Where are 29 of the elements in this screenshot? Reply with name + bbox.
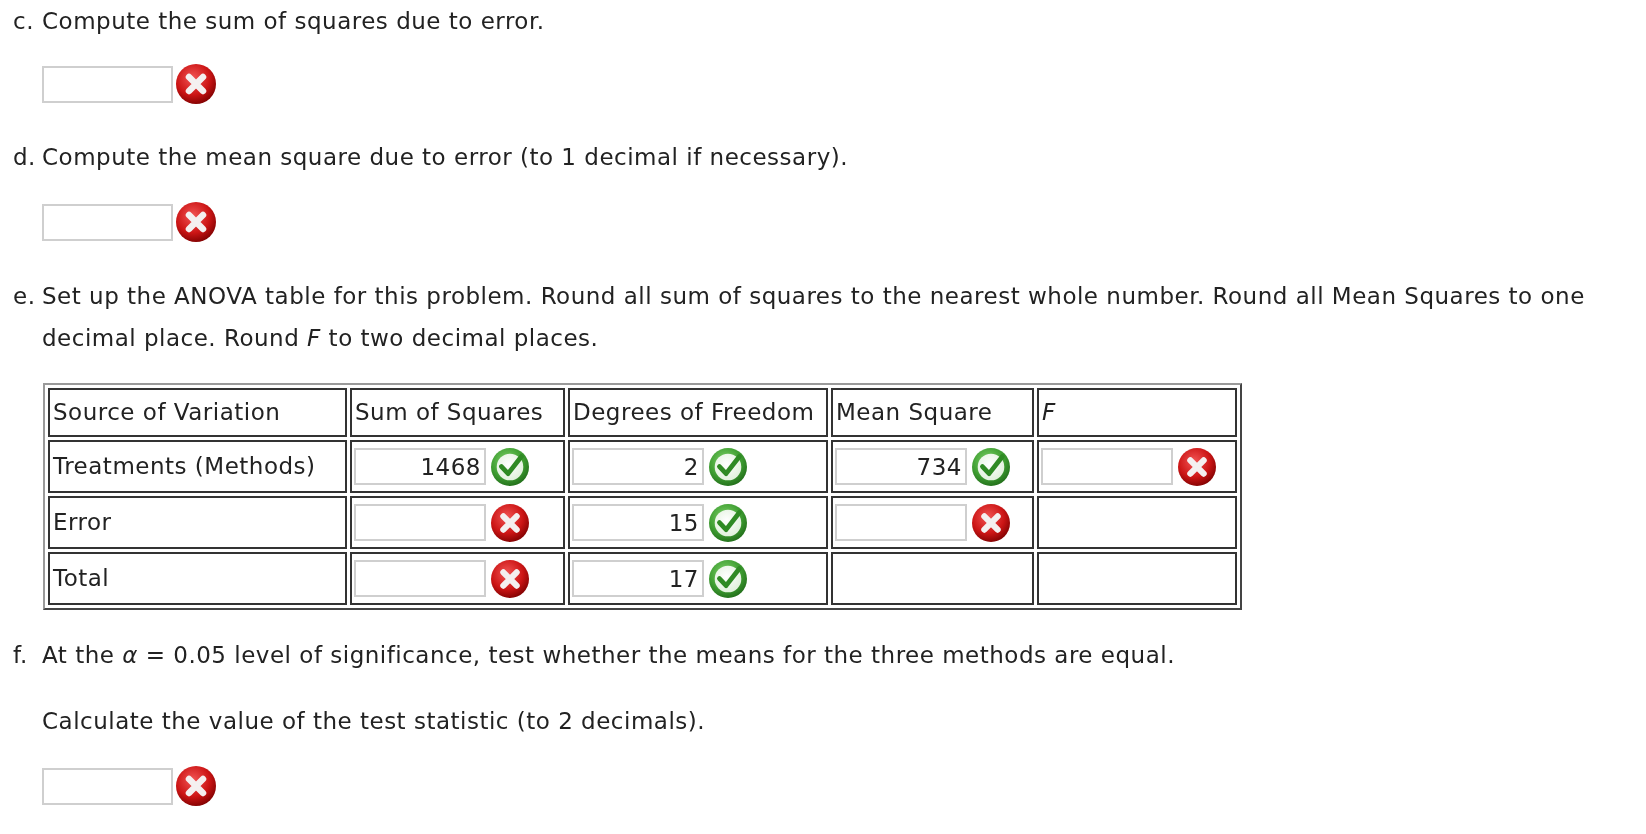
column-header: Mean Square <box>831 388 1034 437</box>
instruction-text: Calculate the value of the test statistic (to 2 decimals). <box>42 707 707 736</box>
answer-field[interactable] <box>354 560 486 597</box>
answer-field[interactable]: 734 <box>835 448 967 485</box>
question-label: c. <box>13 7 35 36</box>
question-text: Compute the mean square due to error (to 1 decimal if necessary). <box>42 143 850 172</box>
column-header: Sum of Squares <box>350 388 565 437</box>
answer-field[interactable] <box>1041 448 1173 485</box>
answer-field[interactable]: 2 <box>572 448 704 485</box>
question-text: Set up the ANOVA table for this problem. Round all sum of squares to the nearest whole number. Round all Mean Squares to one decimal place. Round F to two decimal places. <box>42 282 1586 353</box>
question-label: f. <box>13 641 29 670</box>
answer-field[interactable]: 1468 <box>354 448 486 485</box>
row-label: Total <box>48 552 347 605</box>
answer-field[interactable]: 15 <box>572 504 704 541</box>
column-header: Degrees of Freedom <box>568 388 828 437</box>
row-label: Error <box>48 496 347 549</box>
answer-field[interactable] <box>835 504 967 541</box>
question-text: At the α = 0.05 level of significance, test whether the means for the three methods are equal. <box>42 641 1176 670</box>
column-header: Source of Variation <box>48 388 347 437</box>
answer-field[interactable] <box>42 203 173 241</box>
answer-field[interactable] <box>42 65 173 103</box>
answer-field[interactable] <box>42 767 173 805</box>
question-label: d. <box>13 143 37 172</box>
answer-field[interactable] <box>354 504 486 541</box>
column-header: F <box>1037 388 1237 437</box>
row-label: Treatments (Methods) <box>48 440 347 493</box>
answer-field[interactable]: 17 <box>572 560 704 597</box>
question-label: e. <box>13 282 37 311</box>
question-text: Compute the sum of squares due to error. <box>42 7 546 36</box>
